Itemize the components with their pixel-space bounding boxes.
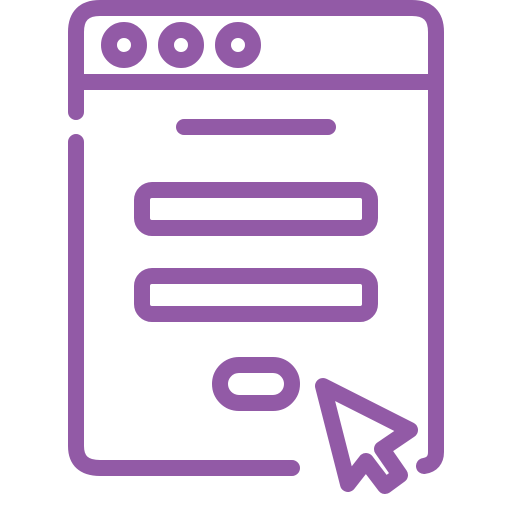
login-form-cursor-icon	[68, 0, 444, 494]
input-field-2[interactable]	[134, 268, 378, 322]
window-dot-icon	[158, 22, 204, 68]
input-field-1[interactable]	[134, 182, 378, 236]
submit-button[interactable]	[212, 357, 300, 411]
window-dot-icon	[101, 22, 147, 68]
window-dot-icon	[215, 22, 261, 68]
mouse-cursor-icon	[315, 378, 418, 494]
login-form-illustration	[0, 0, 512, 512]
